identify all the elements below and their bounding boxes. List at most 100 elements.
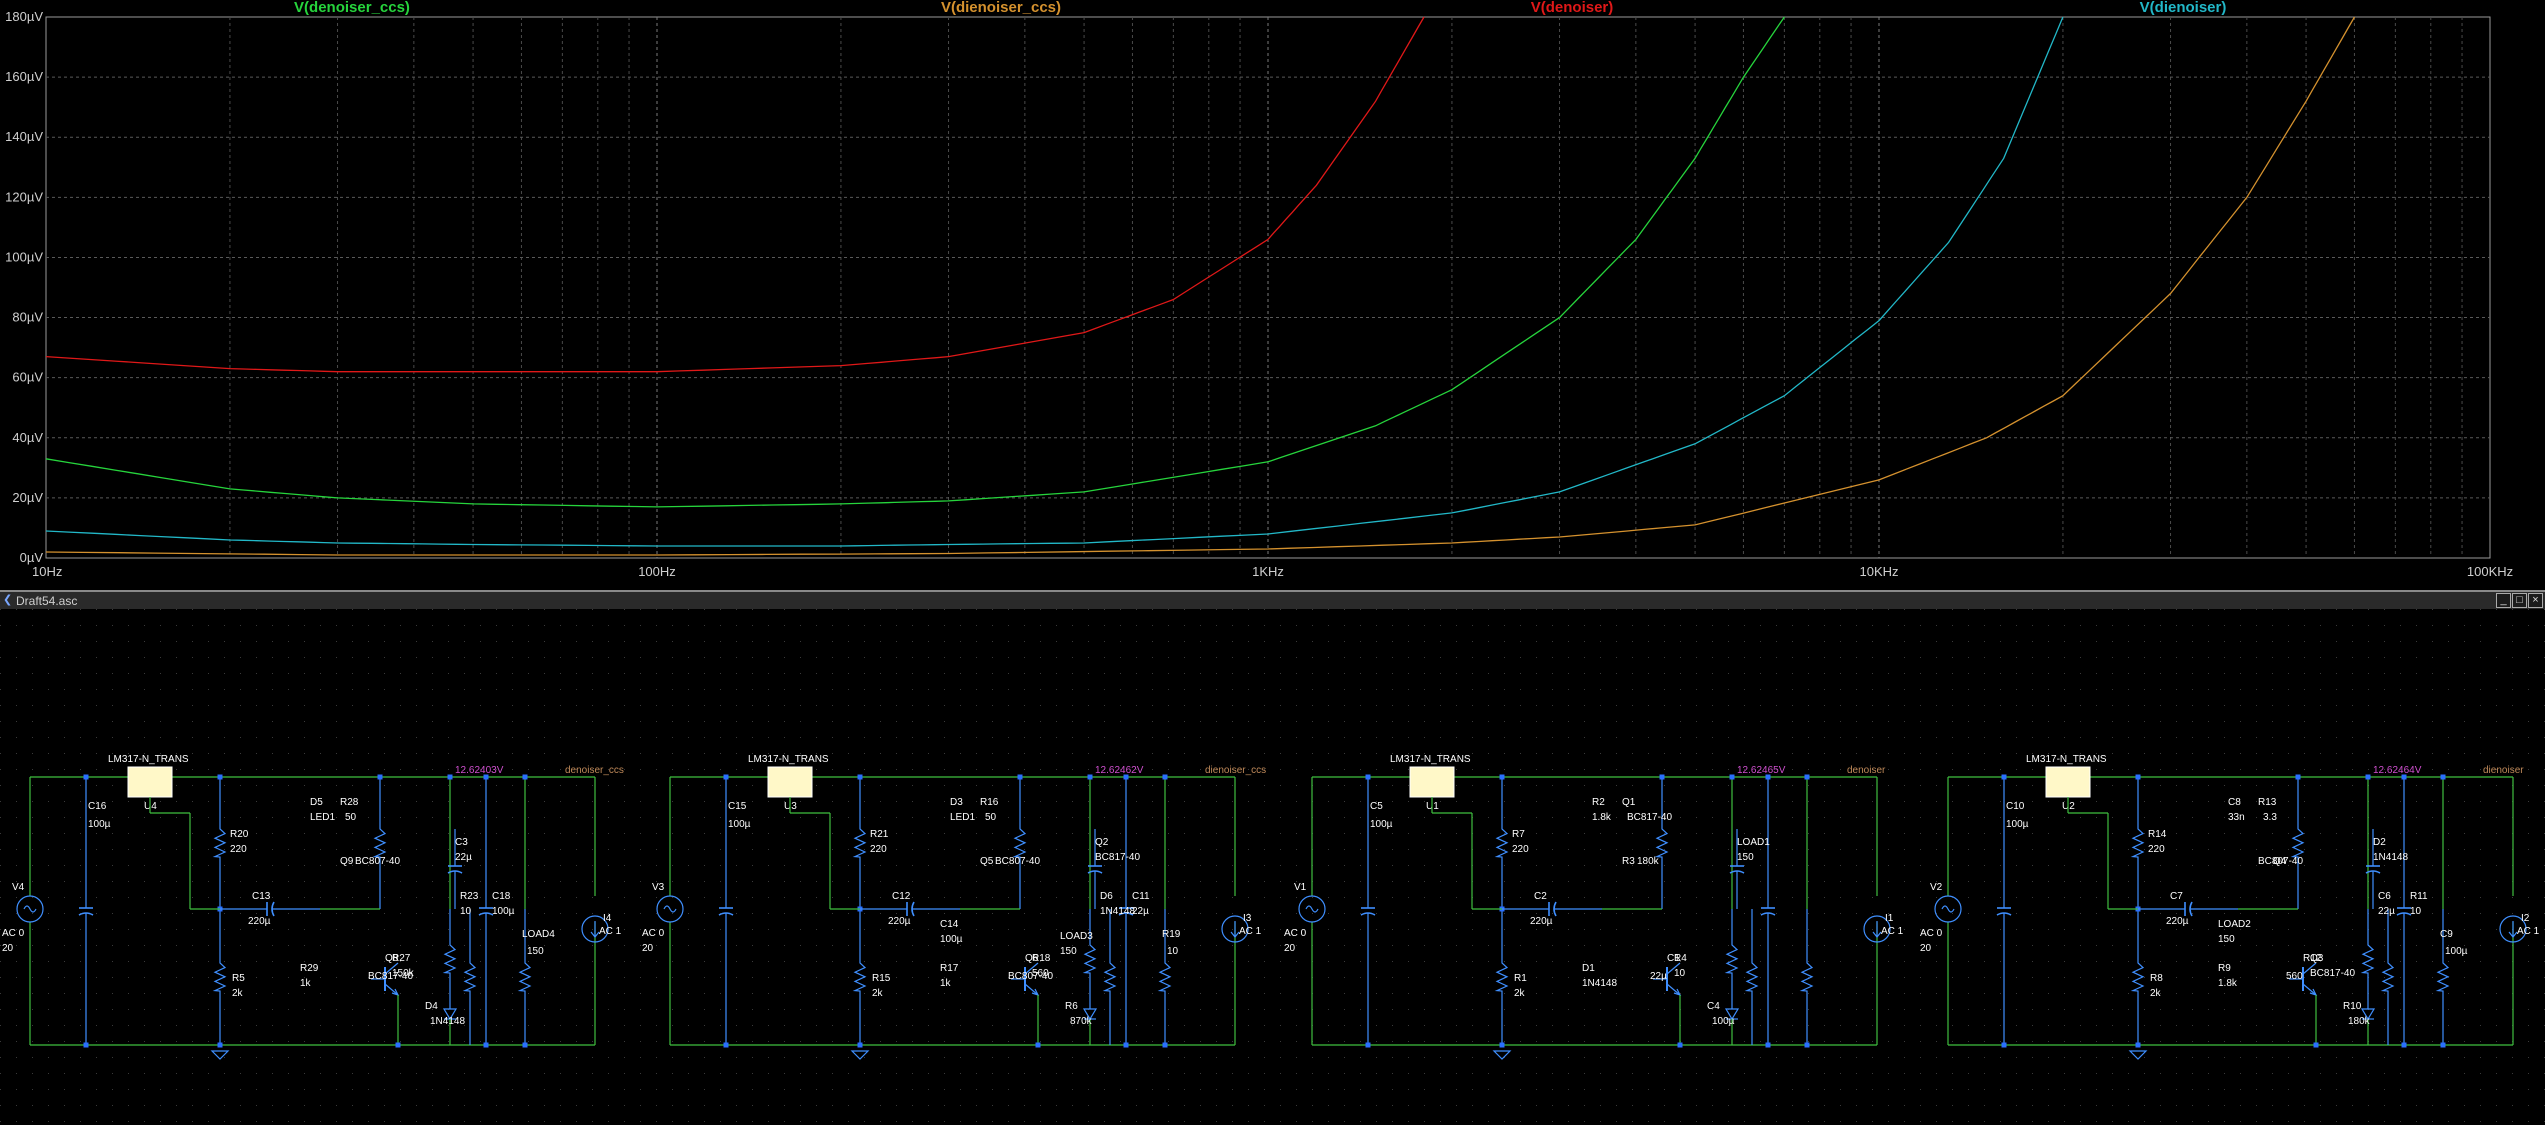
- component-label: R6: [1065, 1001, 1078, 1012]
- component-label: C11: [1132, 891, 1150, 902]
- regulator-block[interactable]: [127, 766, 173, 798]
- regulator-block[interactable]: [767, 766, 813, 798]
- component-label: 220µ: [888, 916, 911, 927]
- trace-label[interactable]: V(dienoiser): [2140, 0, 2227, 16]
- component-label: 100µ: [2006, 819, 2029, 830]
- component-label: BC817-40: [2310, 968, 2355, 979]
- component-label: R1: [1514, 973, 1527, 984]
- schematic-grid-dots: [0, 609, 2545, 1125]
- component-label: denoiser: [1847, 765, 1886, 776]
- plot-traces[interactable]: [45, 16, 2356, 556]
- schematic-window-titlebar[interactable]: ❮ Draft54.asc _ □ ×: [0, 590, 2545, 611]
- trace-v-denoiser-ccs-[interactable]: [45, 16, 1785, 508]
- component-label: D2: [2373, 837, 2386, 848]
- component-label: 50: [985, 812, 997, 823]
- component-label: I3: [1243, 913, 1252, 924]
- trace-labels[interactable]: V(denoiser_ccs) V(dienoiser_ccs) V(denoise…: [294, 0, 2226, 16]
- junction-dot: [2365, 774, 2371, 780]
- waveform-chart[interactable]: 0µV 20µV 40µV 60µV 80µV 100µV 120µV 140µV 160µV 1…: [0, 0, 2545, 588]
- close-button[interactable]: ×: [2528, 593, 2543, 608]
- junction-dot: [857, 1042, 863, 1048]
- component-label: 150k: [392, 968, 415, 979]
- component-label: LOAD2: [2218, 919, 2251, 930]
- schematic-canvas[interactable]: LM317-N_TRANS U4 12.62403V denoiser_ccs V4 AC…: [0, 609, 2545, 1125]
- component-label: 1k: [300, 978, 312, 989]
- component-label: C10: [2006, 801, 2025, 812]
- junction-dot: [1123, 1042, 1129, 1048]
- junction-dot: [83, 774, 89, 780]
- waveform-plot-pane[interactable]: 0µV 20µV 40µV 60µV 80µV 100µV 120µV 140µV 160µV 1…: [0, 0, 2545, 588]
- component-label: 12.62462V: [1095, 765, 1144, 776]
- component-label: 150: [527, 946, 544, 957]
- component-label: C4: [1707, 1001, 1720, 1012]
- component-label: 220µ: [2166, 916, 2189, 927]
- component-label: 22µ: [2378, 906, 2395, 917]
- component-label: 1N4148: [1100, 906, 1135, 917]
- component-label: AC 1: [1239, 926, 1262, 937]
- component-label: R4: [1674, 953, 1687, 964]
- component-label: 10: [2410, 906, 2422, 917]
- component-label: BC817-40: [1095, 852, 1140, 863]
- component-label: R20: [230, 829, 249, 840]
- component-label: AC 1: [599, 926, 622, 937]
- component-label: R5: [232, 973, 245, 984]
- y-tick-label: 100µV: [5, 249, 43, 264]
- trace-v-dienoiser-ccs-[interactable]: [45, 16, 2356, 556]
- ltspice-app-icon: ❮: [3, 594, 13, 606]
- component-label: R10: [2343, 1001, 2362, 1012]
- component-label: 33n: [2228, 812, 2245, 823]
- component-label: 220: [230, 844, 247, 855]
- component-label: C3: [455, 837, 468, 848]
- component-label: AC 1: [1881, 926, 1904, 937]
- junction-dot: [1365, 774, 1371, 780]
- maximize-button[interactable]: □: [2512, 593, 2527, 608]
- junction-dot: [2001, 1042, 2007, 1048]
- component-label: R21: [870, 829, 889, 840]
- component-label: 22µ: [1132, 906, 1149, 917]
- trace-v-denoiser-[interactable]: [45, 16, 1425, 373]
- component-label: D4: [425, 1001, 438, 1012]
- component-label: 1N4148: [430, 1016, 465, 1027]
- regulator-block[interactable]: [2045, 766, 2091, 798]
- trace-label[interactable]: V(dienoiser_ccs): [941, 0, 1061, 16]
- component-label: R8: [2150, 973, 2163, 984]
- schematic-drawing[interactable]: LM317-N_TRANS U4 12.62403V denoiser_ccs V4 AC…: [0, 609, 2545, 1125]
- component-label: R19: [1162, 929, 1181, 940]
- component-label: 100µ: [1370, 819, 1393, 830]
- component-label: 12.62465V: [1737, 765, 1786, 776]
- regulator-block[interactable]: [1409, 766, 1455, 798]
- component-label: C15: [728, 801, 747, 812]
- component-label: 220µ: [1530, 916, 1553, 927]
- x-tick-label: 1KHz: [1252, 564, 1284, 579]
- junction-dot: [1123, 774, 1129, 780]
- trace-label[interactable]: V(denoiser): [1531, 0, 1614, 16]
- junction-dot: [1659, 774, 1665, 780]
- component-label: D5: [310, 797, 323, 808]
- component-label: 220: [1512, 844, 1529, 855]
- component-label: BC807-40: [355, 856, 400, 867]
- junction-dot: [1804, 774, 1810, 780]
- junction-dot: [2313, 1042, 2319, 1048]
- component-label: 20: [1920, 943, 1932, 954]
- trace-label[interactable]: V(denoiser_ccs): [294, 0, 410, 16]
- x-tick-label: 10Hz: [32, 564, 62, 579]
- junction-dot: [1729, 774, 1735, 780]
- component-label: R29: [300, 963, 319, 974]
- component-label: Q4: [2273, 856, 2287, 867]
- junction-dot: [1365, 1042, 1371, 1048]
- minimize-button[interactable]: _: [2496, 593, 2511, 608]
- component-label: dienoiser_ccs: [1205, 765, 1266, 776]
- x-tick-label: 100KHz: [2467, 564, 2513, 579]
- component-label: C5: [1370, 801, 1383, 812]
- component-label: R3: [1622, 856, 1635, 867]
- trace-v-dienoiser-[interactable]: [45, 16, 2064, 547]
- component-label: C16: [88, 801, 107, 812]
- component-label: 22µ: [1650, 971, 1667, 982]
- y-tick-label: 40µV: [12, 430, 43, 445]
- junction-dot: [483, 1042, 489, 1048]
- component-label: C7: [2170, 891, 2183, 902]
- component-label: 150: [2218, 934, 2235, 945]
- component-label: U2: [2062, 801, 2075, 812]
- component-label: C14: [940, 919, 959, 930]
- component-label: LED1: [310, 812, 335, 823]
